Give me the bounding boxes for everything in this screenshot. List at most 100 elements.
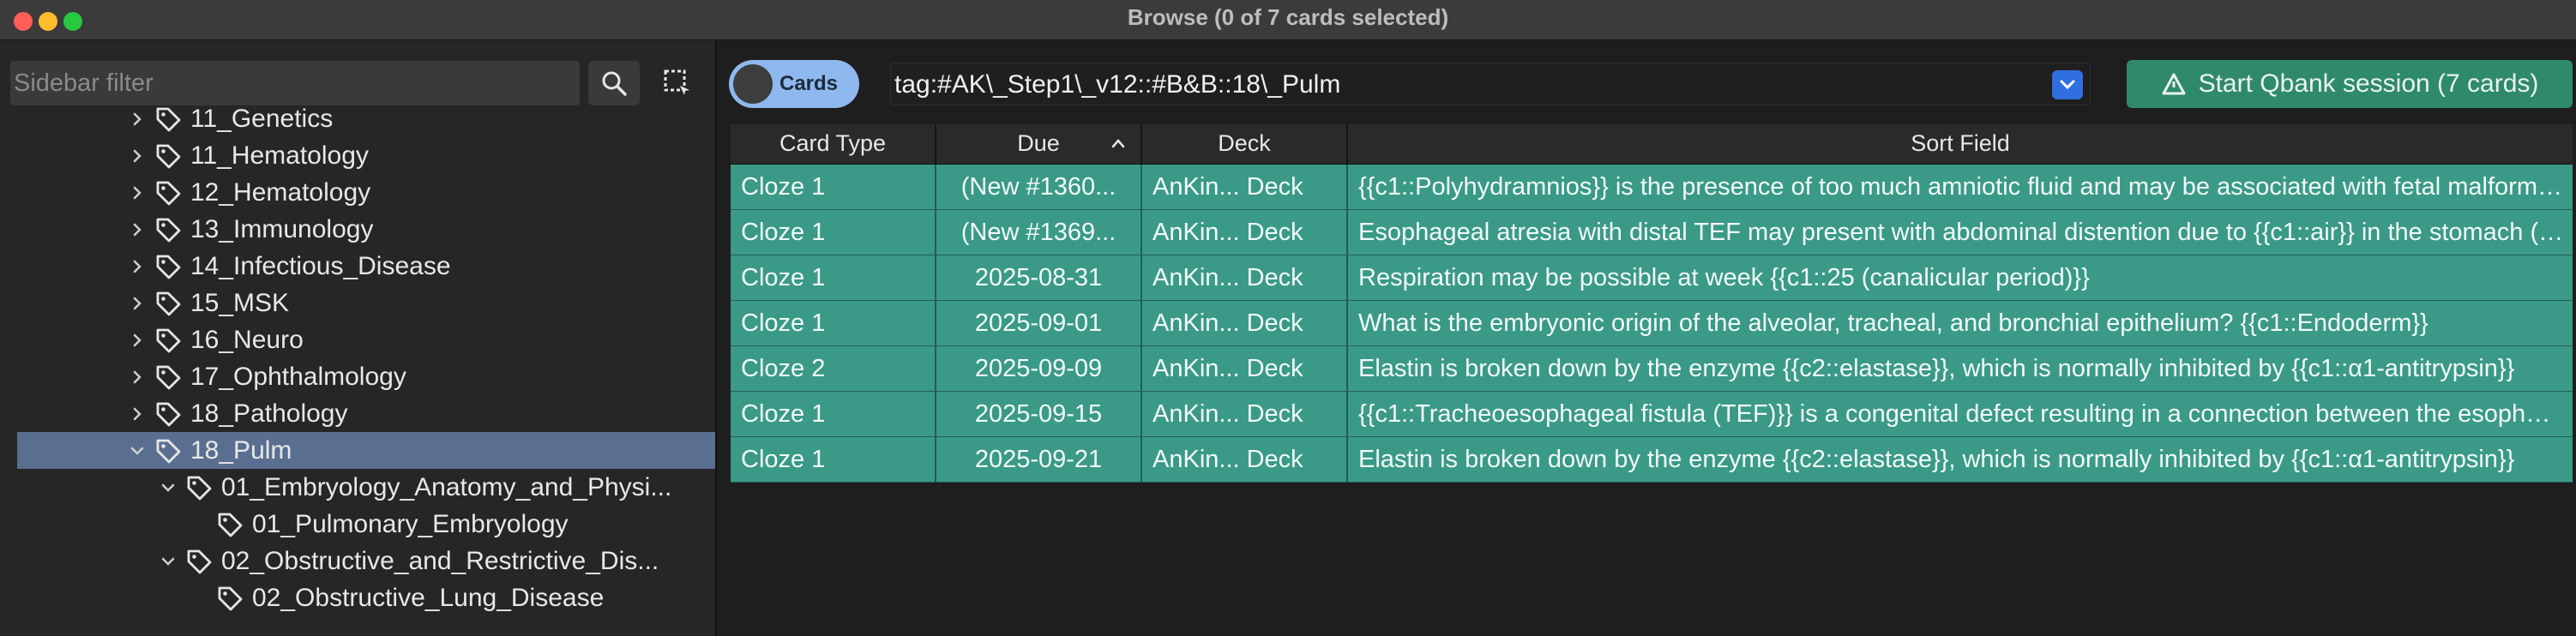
tag-icon: [153, 358, 184, 395]
sidebar-item[interactable]: 12_Hematology: [17, 174, 715, 211]
qbank-label: Start Qbank session (7 cards): [2198, 69, 2539, 98]
search-icon: [602, 71, 627, 96]
column-due[interactable]: Due: [936, 124, 1142, 164]
table-row[interactable]: Cloze 2 2025-09-09 AnKin... Deck Elastin is…: [731, 346, 2573, 392]
sidebar-item-label: 15_MSK: [190, 288, 290, 317]
cell-sort-field: What is the embryonic origin of the alve…: [1358, 309, 2429, 337]
cell-due: 2025-09-01: [936, 301, 1142, 345]
sidebar-item[interactable]: 15_MSK: [17, 285, 715, 321]
cell-deck: AnKin... Deck: [1142, 165, 1348, 209]
cell-deck: AnKin... Deck: [1142, 346, 1348, 391]
sidebar-item-label: 18_Pathology: [190, 399, 348, 428]
column-card-type[interactable]: Card Type: [731, 124, 936, 164]
sidebar-item-label: 14_Infectious_Disease: [190, 251, 451, 280]
sidebar-item-label: 02_Obstructive_Lung_Disease: [252, 583, 605, 612]
cell-due: 2025-09-15: [936, 392, 1142, 436]
chevron-right-icon[interactable]: [129, 358, 146, 395]
cell-sort-field: Elastin is broken down by the enzyme {{c…: [1358, 446, 2515, 473]
column-due-label: Due: [1017, 130, 1060, 156]
sidebar-item-label: 18_Pulm: [190, 435, 292, 465]
tag-icon: [184, 469, 214, 506]
cell-deck: AnKin... Deck: [1142, 392, 1348, 436]
cell-sort-field: Respiration may be possible at week {{c1…: [1358, 264, 2090, 291]
chevron-down-icon[interactable]: [129, 432, 146, 469]
sidebar-item[interactable]: 01_Embryology_Anatomy_and_Physi...: [17, 469, 715, 506]
cell-card-type: Cloze 1: [731, 255, 936, 300]
cell-due: (New #1360...: [936, 165, 1142, 209]
sidebar-item-label: 01_Embryology_Anatomy_and_Physi...: [221, 472, 672, 501]
cards-notes-toggle[interactable]: Cards: [729, 60, 859, 108]
column-deck[interactable]: Deck: [1142, 124, 1348, 164]
tag-icon: [153, 285, 184, 321]
tag-icon: [184, 543, 214, 579]
toggle-label: Cards: [779, 72, 839, 95]
chevron-right-icon[interactable]: [129, 321, 146, 358]
chevron-down-icon: [2060, 80, 2075, 90]
chevron-right-icon[interactable]: [129, 285, 146, 321]
sidebar-item-label: 13_Immunology: [190, 214, 374, 243]
sidebar-item[interactable]: 02_Obstructive_Lung_Disease: [17, 579, 715, 616]
table-row[interactable]: Cloze 1 (New #1360... AnKin... Deck {{c1::P…: [731, 165, 2573, 210]
sidebar-item-label: 16_Neuro: [190, 325, 304, 354]
chevron-right-icon[interactable]: [129, 395, 146, 432]
sidebar-item-label: 11_Genetics: [190, 104, 334, 133]
marquee-select-icon: [664, 69, 689, 95]
tag-icon: [153, 100, 184, 137]
sidebar-item[interactable]: 17_Ophthalmology: [17, 358, 715, 395]
cell-due: 2025-08-31: [936, 255, 1142, 300]
table-row[interactable]: Cloze 1 2025-09-21 AnKin... Deck Elastin is…: [731, 437, 2573, 483]
table-row[interactable]: Cloze 1 (New #1369... AnKin... Deck Esophag…: [731, 210, 2573, 255]
cell-deck: AnKin... Deck: [1142, 255, 1348, 300]
cell-card-type: Cloze 2: [731, 346, 936, 391]
chevron-right-icon[interactable]: [129, 211, 146, 248]
sidebar-item[interactable]: 11_Genetics: [17, 100, 715, 137]
tag-icon: [214, 579, 245, 616]
sidebar-item[interactable]: 02_Obstructive_and_Restrictive_Dis...: [17, 543, 715, 579]
tag-icon: [214, 506, 245, 543]
window-title: Browse (0 of 7 cards selected): [1127, 4, 1449, 30]
tag-icon: [153, 174, 184, 211]
start-qbank-session-button[interactable]: Start Qbank session (7 cards): [2127, 60, 2573, 108]
sidebar: 11_Genetics 11_Hematology 12_Hematology 13_…: [0, 40, 717, 636]
cell-sort-field: {{c1::Tracheoesophageal fistula (TEF)}} …: [1358, 400, 2573, 428]
cell-deck: AnKin... Deck: [1142, 210, 1348, 255]
sidebar-item-label: 17_Ophthalmology: [190, 362, 406, 391]
cell-due: 2025-09-09: [936, 346, 1142, 391]
warning-triangle-icon: [2162, 73, 2186, 95]
cell-due: (New #1369...: [936, 210, 1142, 255]
sidebar-item-label: 01_Pulmonary_Embryology: [252, 509, 569, 538]
search-input[interactable]: tag:#AK\_Step1\_v12::#B&B::18\_Pulm: [890, 63, 2091, 105]
sidebar-item[interactable]: 18_Pulm: [17, 432, 715, 469]
cell-deck: AnKin... Deck: [1142, 437, 1348, 482]
sidebar-item[interactable]: 14_Infectious_Disease: [17, 248, 715, 285]
sidebar-item[interactable]: 11_Hematology: [17, 137, 715, 174]
sidebar-item[interactable]: 18_Pathology: [17, 395, 715, 432]
sidebar-select-button[interactable]: [652, 61, 703, 105]
sidebar-item[interactable]: 16_Neuro: [17, 321, 715, 358]
sidebar-item-label: 11_Hematology: [190, 141, 369, 170]
chevron-right-icon[interactable]: [129, 174, 146, 211]
tag-icon: [153, 211, 184, 248]
column-sort-field[interactable]: Sort Field: [1348, 124, 2573, 164]
cell-card-type: Cloze 1: [731, 301, 936, 345]
table-row[interactable]: Cloze 1 2025-09-01 AnKin... Deck What is th…: [731, 301, 2573, 346]
table-row[interactable]: Cloze 1 2025-08-31 AnKin... Deck Respiratio…: [731, 255, 2573, 301]
sidebar-item[interactable]: 01_Pulmonary_Embryology: [17, 506, 715, 543]
chevron-right-icon[interactable]: [129, 137, 146, 174]
sidebar-item[interactable]: 13_Immunology: [17, 211, 715, 248]
cell-card-type: Cloze 1: [731, 210, 936, 255]
toggle-knob: [733, 64, 773, 104]
sort-ascending-icon: [1111, 139, 1125, 148]
chevron-down-icon[interactable]: [159, 469, 177, 506]
table-row[interactable]: Cloze 1 2025-09-15 AnKin... Deck {{c1::Trac…: [731, 392, 2573, 437]
search-history-dropdown[interactable]: [2052, 70, 2083, 99]
sidebar-filter-input[interactable]: [10, 61, 580, 105]
chevron-down-icon[interactable]: [159, 543, 177, 579]
chevron-right-icon[interactable]: [129, 248, 146, 285]
chevron-right-icon[interactable]: [129, 100, 146, 137]
sidebar-search-button[interactable]: [588, 61, 640, 105]
table-header: Card Type Due Deck Sort Field: [731, 124, 2573, 165]
tag-icon: [153, 137, 184, 174]
sidebar-item-label: 12_Hematology: [190, 177, 371, 207]
